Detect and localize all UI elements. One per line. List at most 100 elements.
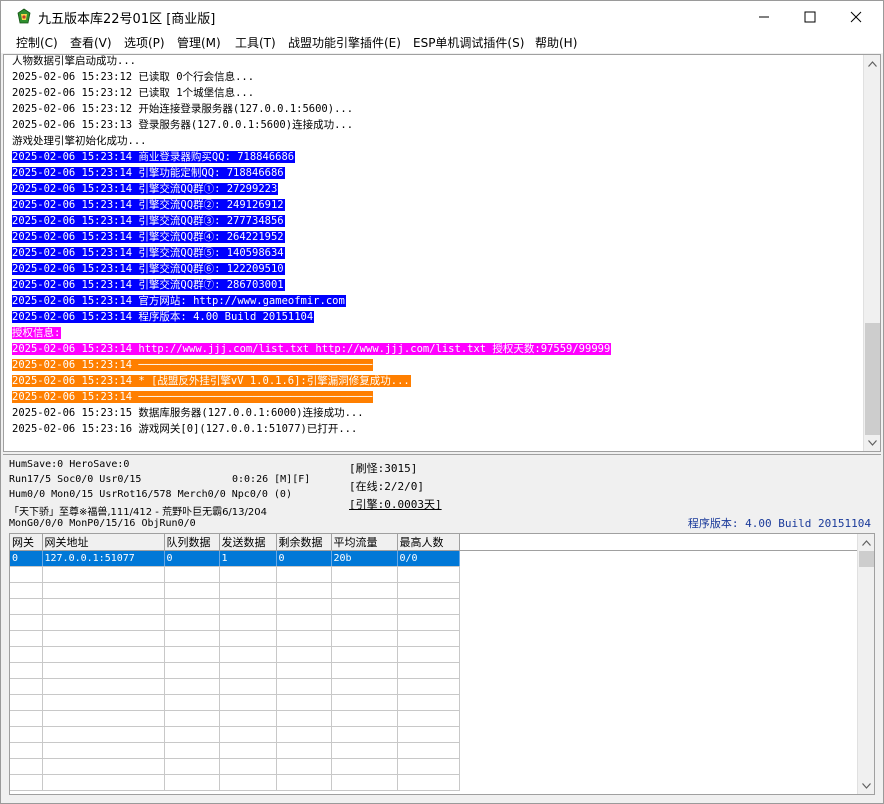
gateway-grid[interactable]: 网关 网关地址 队列数据 发送数据 剩余数据 平均流量 最高人数 0 127.0… [9,533,875,795]
log-scrollbar[interactable] [863,55,880,451]
empty-cell [10,662,43,679]
empty-cell [164,598,220,615]
empty-cell [219,598,277,615]
log-line-text: 2025-02-06 15:23:14 * [战盟反外挂引擎vV 1.0.1.6… [12,375,411,387]
col-gateway[interactable]: 网关 [10,534,43,551]
empty-cell [459,663,859,679]
log-line-text: 2025-02-06 15:23:14 引擎交流QQ群①: 27299223 [12,183,279,195]
maximize-button[interactable] [787,1,833,32]
empty-cell [276,582,332,599]
col-avg-traffic[interactable]: 平均流量 [331,534,398,551]
log-line: 2025-02-06 15:23:14 引擎交流QQ群④: 264221952 [12,229,862,245]
minimize-button[interactable] [741,1,787,32]
log-line: 2025-02-06 15:23:14 引擎交流QQ群⑥: 122209510 [12,261,862,277]
col-send-data[interactable]: 发送数据 [219,534,277,551]
log-line-text: 2025-02-06 15:23:14 引擎功能定制QQ: 718846686 [12,167,285,179]
empty-cell [164,614,220,631]
menu-engine-plugin[interactable]: 战盟功能引擎插件(E) [288,34,401,51]
grid-scroll-up-button[interactable] [858,534,874,551]
log-line-text: 2025-02-06 15:23:12 已读取 0个行会信息... [12,71,255,83]
player-status: 「天下骄」至尊※福兽,111/412 - 荒野卟巨无霸6/13/204 [9,507,267,518]
empty-cell [459,679,859,695]
empty-cell [42,758,165,775]
empty-cell [42,614,165,631]
empty-cell [42,774,165,791]
empty-cell [42,678,165,695]
empty-cell [219,614,277,631]
empty-cell [331,694,398,711]
close-button[interactable] [833,1,879,32]
col-max-users[interactable]: 最高人数 [397,534,460,551]
empty-cell [397,566,460,583]
empty-cell [331,662,398,679]
title-bar[interactable]: 九五版本库22号01区 [商业版] [1,1,883,32]
engine-days: [引擎:0.0003天] [349,498,442,511]
empty-row [10,582,859,599]
cell-queue-data: 0 [164,550,220,567]
col-remaining-data[interactable]: 剩余数据 [276,534,332,551]
cell-send-data: 1 [219,550,277,567]
log-line-text: 2025-02-06 15:23:14 程序版本: 4.00 Build 201… [12,311,315,323]
grid-scroll-down-button[interactable] [858,777,874,794]
empty-cell [459,775,859,791]
log-scroll-thumb[interactable] [865,323,880,435]
log-line-text: 2025-02-06 15:23:14 官方网站: http://www.gam… [12,295,346,307]
log-line-text: 2025-02-06 15:23:14 引擎交流QQ群⑥: 122209510 [12,263,285,275]
menu-help[interactable]: 帮助(H) [535,34,577,51]
col-queue-data[interactable]: 队列数据 [164,534,220,551]
log-line-text: 2025-02-06 15:23:16 游戏网关[0](127.0.0.1:51… [12,423,358,435]
log-line: 2025-02-06 15:23:14 引擎交流QQ群①: 27299223 [12,181,862,197]
empty-cell [276,774,332,791]
empty-cell [397,742,460,759]
empty-cell [164,630,220,647]
menu-control[interactable]: 控制(C) [16,34,58,51]
empty-cell [10,678,43,695]
empty-row [10,566,859,583]
log-line-text: 2025-02-06 15:23:14 ────────────────────… [12,359,374,371]
empty-cell [331,582,398,599]
empty-cell [219,758,277,775]
empty-cell [276,566,332,583]
log-line-text: 2025-02-06 15:23:12 已读取 1个城堡信息... [12,87,255,99]
empty-cell [219,710,277,727]
log-line: 2025-02-06 15:23:15 数据库服务器(127.0.0.1:600… [12,405,862,421]
empty-cell [331,678,398,695]
cell-empty [459,550,859,567]
col-gateway-address[interactable]: 网关地址 [42,534,165,551]
chevron-down-icon [868,439,877,446]
empty-cell [219,646,277,663]
log-line: 2025-02-06 15:23:14 引擎交流QQ群⑤: 140598634 [12,245,862,261]
empty-cell [10,758,43,775]
empty-cell [276,630,332,647]
app-icon [17,8,31,24]
log-line: 2025-02-06 15:23:14 引擎功能定制QQ: 718846686 [12,165,862,181]
log-line: 授权信息: [12,325,862,341]
empty-cell [219,582,277,599]
menu-manage[interactable]: 管理(M) [177,34,221,51]
scroll-up-button[interactable] [864,55,880,72]
empty-cell [164,694,220,711]
log-panel[interactable]: 人物数据引擎启动成功... 2025-02-06 15:23:12 已读取 0个行… [3,54,881,452]
menu-options[interactable]: 选项(P) [124,34,165,51]
log-line: 2025-02-06 15:23:16 游戏网关[0](127.0.0.1:51… [12,421,862,437]
minimize-icon [759,16,769,17]
empty-cell [219,742,277,759]
empty-row [10,758,859,775]
log-line-text: 2025-02-06 15:23:15 数据库服务器(127.0.0.1:600… [12,407,364,419]
empty-cell [331,742,398,759]
scroll-down-button[interactable] [864,434,880,451]
empty-cell [331,726,398,743]
empty-cell [276,598,332,615]
app-window: 九五版本库22号01区 [商业版] 控制(C) 查看(V) 选项(P) 管理(M… [0,0,884,804]
menu-esp-plugin[interactable]: ESP单机调试插件(S) [413,34,524,51]
log-line: 2025-02-06 15:23:14 商业登录器购买QQ: 718846686 [12,149,862,165]
grid-scroll-thumb[interactable] [859,551,874,567]
table-row[interactable]: 0 127.0.0.1:51077 0 1 0 20b 0/0 [10,550,859,567]
empty-cell [219,630,277,647]
empty-cell [164,678,220,695]
menu-tools[interactable]: 工具(T) [235,34,276,51]
grid-scrollbar[interactable] [857,534,874,794]
menu-view[interactable]: 查看(V) [70,34,112,51]
empty-cell [331,614,398,631]
empty-cell [459,743,859,759]
